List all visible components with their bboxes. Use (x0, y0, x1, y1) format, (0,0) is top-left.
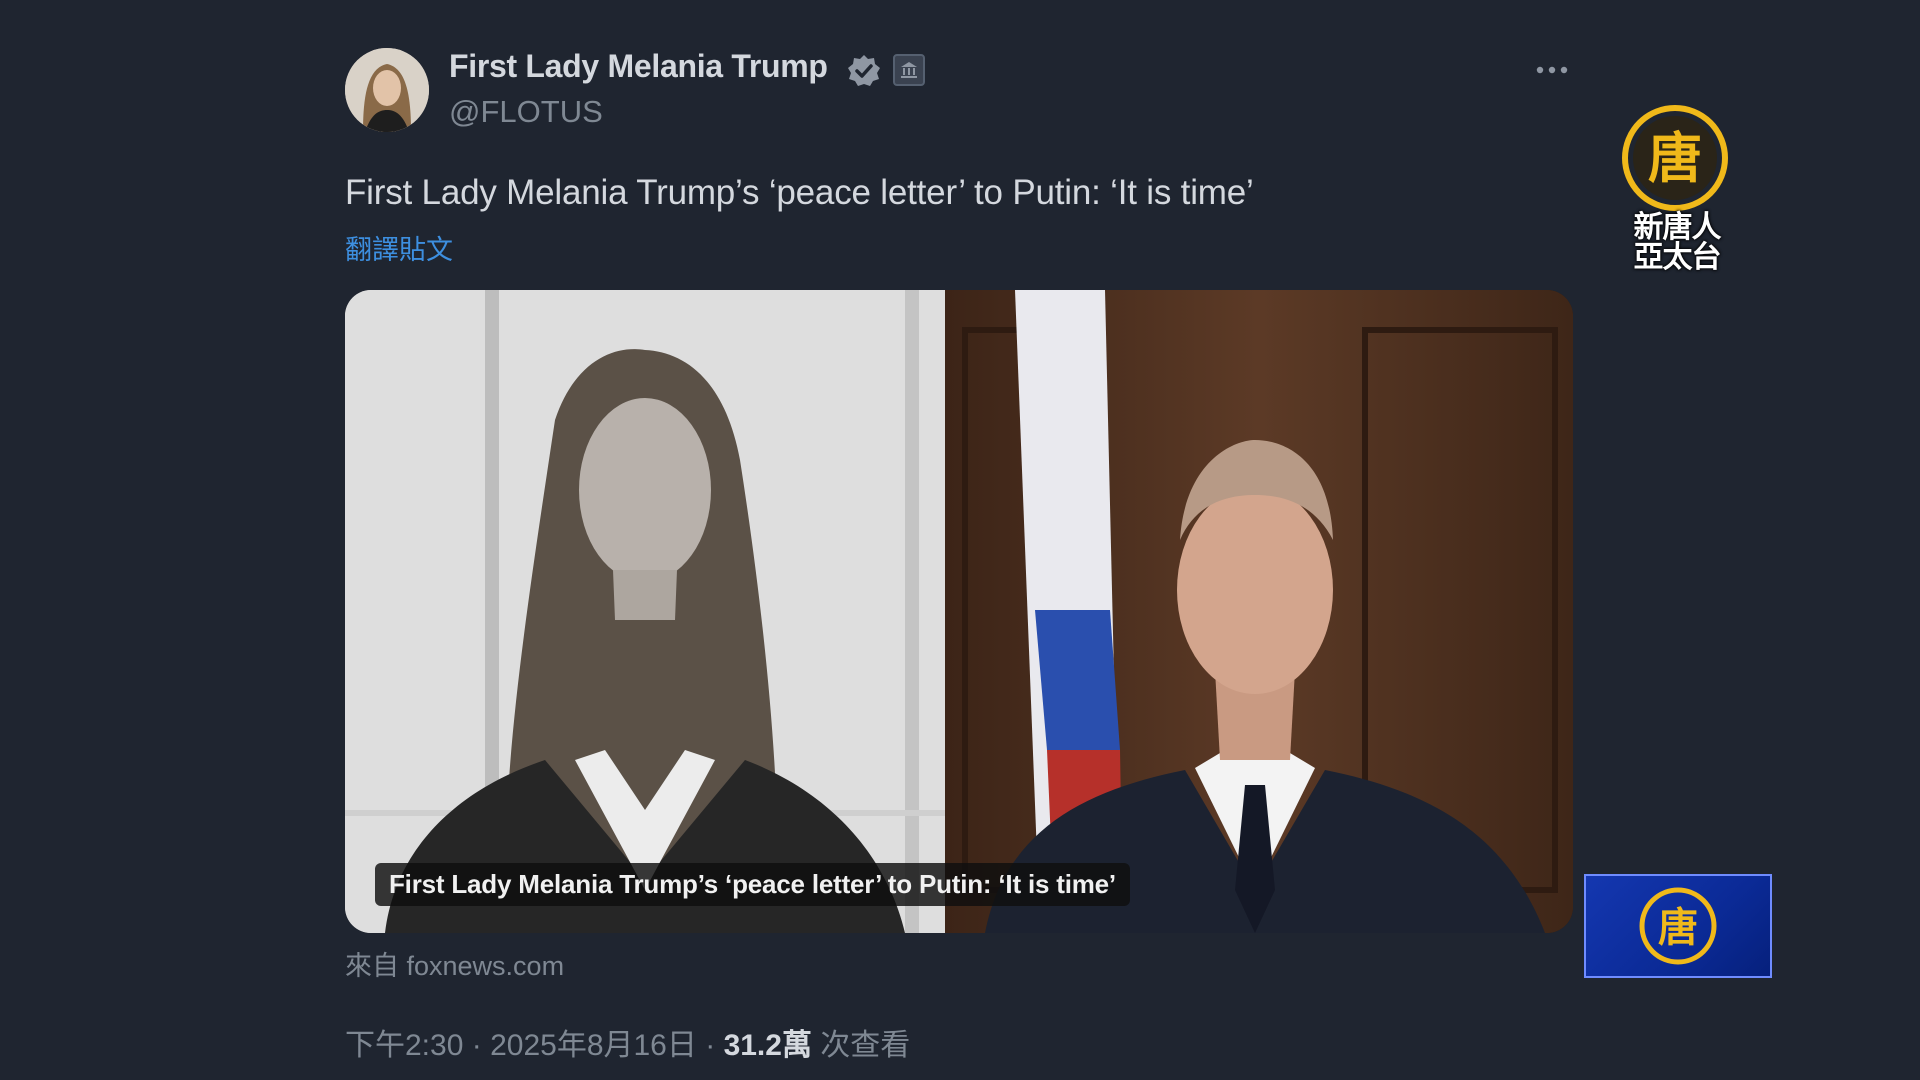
government-affiliate-icon[interactable] (893, 54, 925, 86)
logo-glyph-text: 唐 (1648, 127, 1702, 190)
tweet-meta: 下午2:30 · 2025年8月16日 · 31.2萬 次查看 (345, 1020, 910, 1064)
translate-post-link[interactable]: 翻譯貼文 (345, 228, 453, 267)
source-link[interactable]: 來自 foxnews.com (345, 944, 564, 983)
bug-glyph-text: 唐 (1658, 905, 1698, 951)
display-name[interactable]: First Lady Melania Trump (449, 48, 828, 85)
video-frame: First Lady Melania Trump @FLOTUS First L… (0, 0, 1920, 1080)
more-options-icon[interactable] (1530, 52, 1574, 88)
tweet-text: First Lady Melania Trump’s ‘peace letter… (345, 173, 1254, 212)
channel-bug-logo: 唐 (1584, 874, 1772, 978)
views-label: 次查看 (820, 1029, 911, 1062)
photo-melania (345, 290, 985, 933)
media-caption: First Lady Melania Trump’s ‘peace letter… (375, 863, 1130, 906)
meta-separator: · (705, 1029, 716, 1062)
media-card[interactable]: First Lady Melania Trump’s ‘peace letter… (345, 290, 1573, 933)
tweet-date[interactable]: 2025年8月16日 (490, 1029, 697, 1062)
channel-name: 新唐人 亞太台 (1612, 213, 1742, 273)
user-handle[interactable]: @FLOTUS (449, 94, 603, 130)
verified-badge-icon (846, 53, 882, 89)
profile-avatar[interactable] (345, 48, 429, 132)
photo-putin (945, 290, 1573, 933)
channel-name-line2: 亞太台 (1633, 241, 1722, 274)
meta-separator: · (471, 1029, 482, 1062)
tweet-time[interactable]: 下午2:30 (345, 1029, 463, 1062)
channel-name-line1: 新唐人 (1633, 211, 1722, 244)
views-count: 31.2萬 (723, 1029, 812, 1062)
